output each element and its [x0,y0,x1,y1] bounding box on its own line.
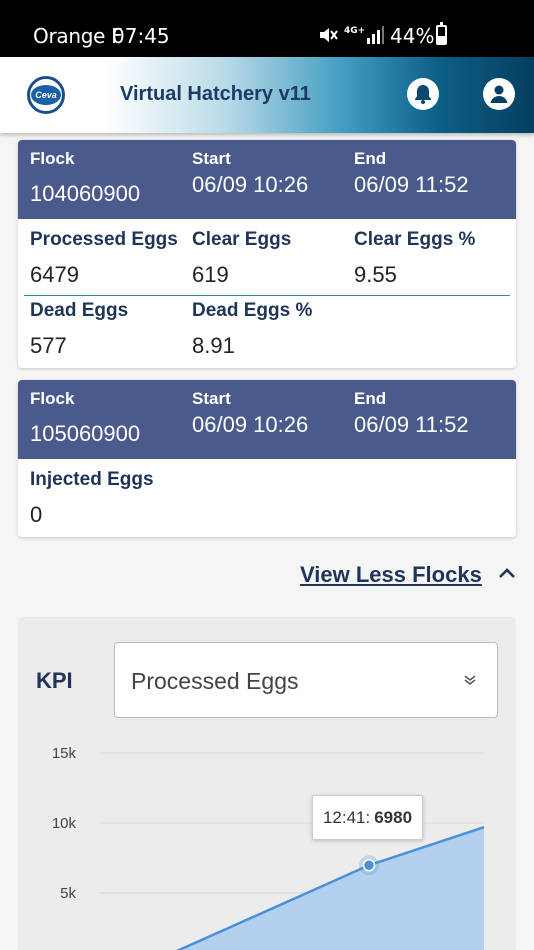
y-tick-label: 15k [52,745,77,762]
metric-value: 577 [30,333,67,358]
status-bar: Orange F 07:45 4G+ 44% [0,0,534,57]
flock-card-header: Flock 104060900 Start 06/09 10:26 End 06… [18,140,516,219]
network-type: 4G+ [344,26,366,36]
app-title: Virtual Hatchery v11 [120,83,311,105]
metric-label: Injected Eggs [30,469,154,490]
flock-number: 104060900 [30,181,141,206]
tooltip-x: 12:41 [322,807,366,827]
clock: 07:45 [112,24,170,48]
logo-text: Ceva [31,85,61,105]
metric-label: Dead Eggs % [192,300,313,321]
carrier-name: Orange F [33,24,123,48]
kpi-chart-panel: KPI Processed Eggs 15k 10k 5k 12:41:6980 [18,617,516,950]
user-account-icon[interactable] [483,78,515,110]
notification-bell-icon[interactable] [407,78,439,110]
data-point [362,859,376,872]
y-tick-label: 5k [60,885,76,902]
flock-card[interactable]: Flock 104060900 Start 06/09 10:26 End 06… [18,140,516,368]
mute-icon [320,28,338,42]
metric-label: Dead Eggs [30,300,129,321]
start-time: 06/09 10:26 [192,172,309,197]
divider [24,295,510,296]
app-header: Ceva Virtual Hatchery v11 [0,57,534,133]
kpi-line-chart[interactable]: 15k 10k 5k [18,617,516,950]
flock-number: 105060900 [30,421,141,446]
metric-value: 0 [30,502,43,527]
flock-label: Flock [30,149,75,168]
start-time: 06/09 10:26 [192,412,309,437]
metric-value: 619 [192,262,229,287]
start-label: Start [192,389,231,408]
flock-card-header: Flock 105060900 Start 06/09 10:26 End 06… [18,380,516,459]
metric-value: 6479 [30,262,79,287]
flock-card[interactable]: Flock 105060900 Start 06/09 10:26 End 06… [18,380,516,537]
ceva-logo: Ceva [27,76,65,114]
chart-tooltip: 12:41:6980 [312,795,423,840]
y-tick-label: 10k [52,815,77,832]
app-screen: Orange F 07:45 4G+ 44% Ceva Virtual Hatc… [0,0,534,950]
view-less-flocks-link[interactable]: View Less Flocks [300,562,482,588]
end-time: 06/09 11:52 [354,412,469,437]
metric-value: 9.55 [354,262,397,287]
end-label: End [354,389,387,408]
metric-label: Processed Eggs [30,229,178,250]
flock-label: Flock [30,389,75,408]
battery-percent: 44% [390,24,435,48]
chevron-up-icon[interactable] [498,566,516,580]
signal-icon [367,26,384,44]
tooltip-y: 6980 [374,807,413,827]
metric-label: Clear Eggs % [354,229,476,250]
end-label: End [354,149,387,168]
start-label: Start [192,149,231,168]
battery-icon [436,22,447,45]
metric-label: Clear Eggs [192,229,292,250]
end-time: 06/09 11:52 [354,172,469,197]
metric-value: 8.91 [192,333,235,358]
